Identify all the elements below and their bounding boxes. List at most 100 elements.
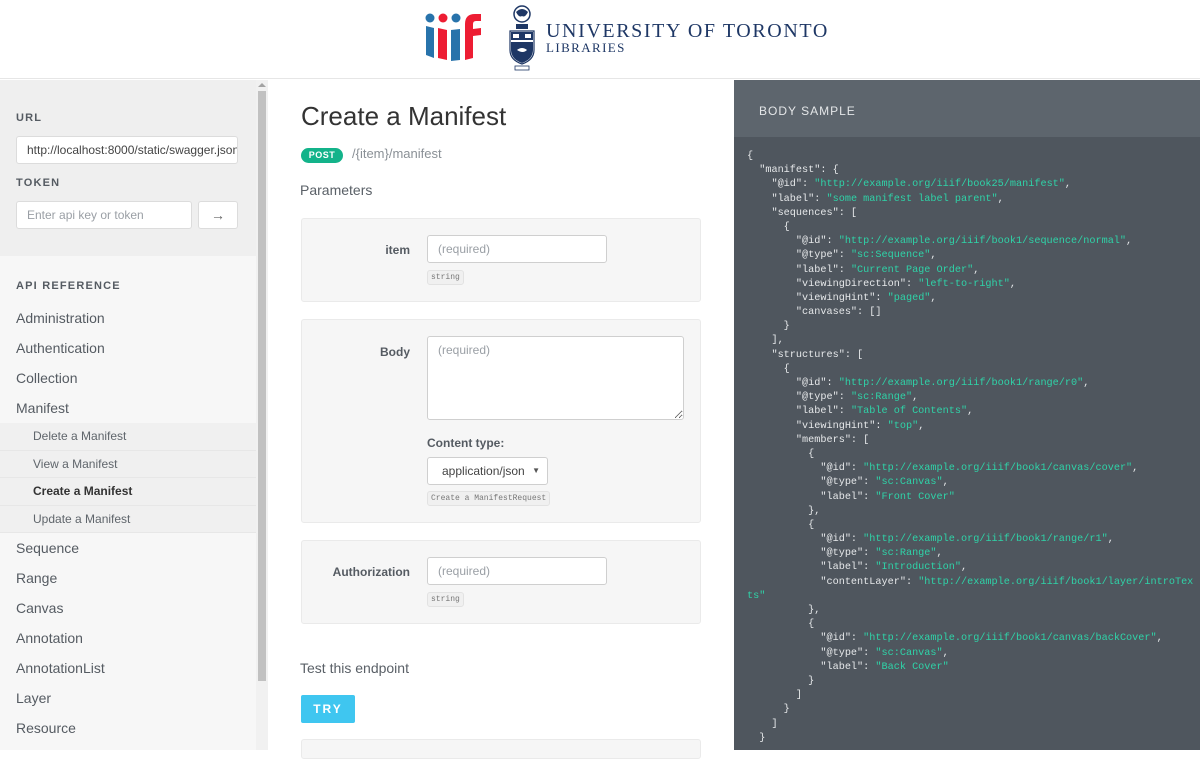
code-line: "@id": "http://example.org/iiif/book1/ra… [747, 533, 1193, 547]
code-token: "members": [ [747, 434, 870, 446]
code-line: ], [747, 334, 1193, 348]
token-input[interactable] [16, 201, 192, 229]
authorization-input[interactable] [427, 557, 607, 585]
nav-item-annotation[interactable]: Annotation [0, 623, 256, 653]
nav-subitem-view-manifest[interactable]: View a Manifest [0, 450, 256, 478]
nav-subitem-delete-manifest[interactable]: Delete a Manifest [0, 423, 256, 451]
api-reference-label: API REFERENCE [16, 280, 121, 292]
scrollbar-thumb[interactable] [258, 91, 266, 681]
code-line: "viewingDirection": "left-to-right", [747, 278, 1193, 292]
code-line: "sequences": [ [747, 207, 1193, 221]
code-line: ] [747, 689, 1193, 703]
code-line: ] [747, 718, 1193, 732]
code-line: "@id": "http://example.org/iiif/book1/se… [747, 235, 1193, 249]
code-line: "manifest": { [747, 164, 1193, 178]
code-token: , [1064, 179, 1072, 191]
nav-item-resource[interactable]: Resource [0, 713, 256, 743]
code-token: }, [747, 505, 821, 517]
code-token: { [747, 619, 815, 631]
code-token: "@type": [747, 477, 876, 489]
code-line: "label": "Front Cover" [747, 491, 1193, 505]
code-token: , [1126, 236, 1133, 248]
code-line: "@type": "sc:Canvas", [747, 476, 1193, 490]
url-value: http://localhost:8000/static/swagger.jso… [27, 143, 238, 157]
code-line: "@type": "sc:Range", [747, 547, 1193, 561]
code-token: , [936, 548, 943, 560]
nav-item-canvas[interactable]: Canvas [0, 593, 256, 623]
content-type-select[interactable]: application/json ▼ [427, 457, 548, 485]
code-token: "viewingDirection": [747, 278, 919, 290]
item-input[interactable] [427, 235, 607, 263]
code-string: "http://example.org/iiif/book25/manifest… [814, 179, 1065, 191]
code-line: } [747, 675, 1193, 689]
code-line: "contentLayer": "http://example.org/iiif… [747, 576, 1193, 590]
code-line: { [747, 618, 1193, 632]
body-sample-title: BODY SAMPLE [759, 104, 856, 118]
code-token: , [1156, 633, 1163, 645]
token-label: TOKEN [16, 177, 61, 189]
code-token: "@type": [747, 250, 851, 262]
content-type-value: application/json [442, 464, 525, 478]
connection-settings: URL http://localhost:8000/static/swagger… [0, 80, 256, 256]
sidebar-scrollbar[interactable] [256, 80, 268, 750]
code-token: { [747, 448, 815, 460]
code-string: "http://example.org/iiif/book1/range/r0" [838, 378, 1084, 389]
code-line: { [747, 150, 1193, 164]
content-type-label: Content type: [427, 436, 505, 450]
code-token: , [918, 420, 925, 432]
code-token: "canvases": [] [747, 307, 882, 319]
institution-subtitle: LIBRARIES [546, 40, 626, 55]
nav-item-range[interactable]: Range [0, 563, 256, 593]
code-line: { [747, 448, 1193, 462]
code-token: , [967, 406, 974, 418]
nav-subitem-create-manifest[interactable]: Create a Manifest [0, 478, 256, 506]
code-token: "@id": [747, 534, 864, 546]
code-token: , [1107, 534, 1114, 546]
code-line: "@type": "sc:Sequence", [747, 249, 1193, 263]
code-token: "label": [747, 406, 851, 418]
code-token: } [747, 321, 790, 333]
code-token: "@id": [747, 179, 815, 191]
code-string: "http://example.org/iiif/book1/layer/int… [918, 576, 1194, 588]
token-submit-button[interactable]: → [198, 201, 238, 229]
url-input[interactable]: http://localhost:8000/static/swagger.jso… [16, 136, 238, 164]
nav-item-authentication[interactable]: Authentication [0, 333, 256, 363]
code-line: "members": [ [747, 434, 1193, 448]
code-token: }, [747, 605, 821, 616]
code-string: "paged" [887, 292, 931, 304]
body-sample-header: BODY SAMPLE [734, 80, 1200, 137]
code-token: { [747, 221, 790, 233]
nav-item-administration[interactable]: Administration [0, 303, 256, 333]
code-token: , [912, 392, 919, 404]
code-line: "label": "Introduction", [747, 561, 1193, 575]
scroll-up-arrow-icon[interactable] [258, 83, 266, 87]
code-token: "viewingHint": [747, 420, 888, 432]
code-token: "@type": [747, 392, 851, 404]
code-line: "label": "Back Cover" [747, 661, 1193, 675]
code-token: "contentLayer": [747, 576, 919, 588]
uoft-crest-logo [509, 5, 535, 71]
iiif-logo [425, 13, 481, 61]
code-string: "left-to-right" [918, 278, 1010, 290]
code-line: "@type": "sc:Canvas", [747, 647, 1193, 661]
nav-item-sequence[interactable]: Sequence [0, 533, 256, 563]
nav-subitem-update-manifest[interactable]: Update a Manifest [0, 505, 256, 533]
body-textarea[interactable] [427, 336, 684, 420]
nav-item-collection[interactable]: Collection [0, 363, 256, 393]
nav-item-layer[interactable]: Layer [0, 683, 256, 713]
param-item-type: string [427, 270, 464, 285]
code-token: "sequences": [ [747, 207, 858, 219]
param-item: item string [301, 218, 701, 302]
code-token: } [747, 704, 790, 716]
site-header: UNIVERSITY OF TORONTO LIBRARIES [0, 0, 1200, 79]
api-nav: Administration Authentication Collection… [0, 303, 256, 743]
code-token: , [997, 193, 1004, 205]
nav-item-annotationlist[interactable]: AnnotationList [0, 653, 256, 683]
code-line: "structures": [ [747, 349, 1193, 363]
code-token: , [1132, 463, 1139, 475]
code-string: "Introduction" [875, 562, 961, 574]
code-line: "viewingHint": "top", [747, 420, 1193, 434]
nav-item-manifest[interactable]: Manifest [0, 393, 256, 423]
code-token: "structures": [ [747, 349, 864, 361]
try-button[interactable]: TRY [301, 695, 355, 723]
